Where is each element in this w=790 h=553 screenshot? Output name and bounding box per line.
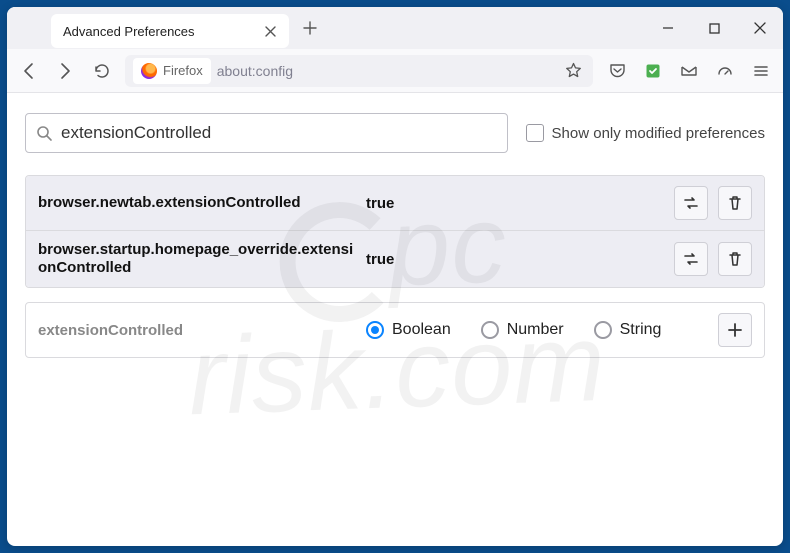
radio-icon bbox=[366, 321, 384, 339]
navigation-toolbar: Firefox about:config bbox=[7, 49, 783, 93]
maximize-button[interactable] bbox=[691, 7, 737, 49]
url-text: about:config bbox=[217, 63, 555, 79]
toggle-button[interactable] bbox=[674, 186, 708, 220]
toggle-button[interactable] bbox=[674, 242, 708, 276]
identity-box[interactable]: Firefox bbox=[133, 58, 211, 84]
radio-icon bbox=[594, 321, 612, 339]
pref-row[interactable]: browser.startup.homepage_override.extens… bbox=[26, 231, 764, 287]
mail-icon[interactable] bbox=[673, 55, 705, 87]
preferences-table: browser.newtab.extensionControlled true … bbox=[25, 175, 765, 288]
reload-button[interactable] bbox=[85, 55, 117, 87]
radio-string[interactable]: String bbox=[594, 321, 662, 339]
new-pref-row: extensionControlled Boolean Number Strin… bbox=[25, 302, 765, 358]
extension-icon[interactable] bbox=[637, 55, 669, 87]
forward-button[interactable] bbox=[49, 55, 81, 87]
radio-icon bbox=[481, 321, 499, 339]
delete-button[interactable] bbox=[718, 242, 752, 276]
new-tab-button[interactable] bbox=[295, 13, 325, 43]
window-controls bbox=[645, 7, 783, 49]
firefox-logo-icon bbox=[141, 63, 157, 79]
radio-boolean[interactable]: Boolean bbox=[366, 321, 451, 339]
app-menu-icon[interactable] bbox=[745, 55, 777, 87]
pref-row[interactable]: browser.newtab.extensionControlled true bbox=[26, 176, 764, 231]
show-modified-checkbox[interactable]: Show only modified preferences bbox=[526, 124, 765, 142]
row-actions bbox=[674, 242, 752, 276]
tab-title: Advanced Preferences bbox=[63, 24, 257, 39]
pref-value: true bbox=[358, 195, 674, 212]
add-button[interactable] bbox=[718, 313, 752, 347]
browser-tab[interactable]: Advanced Preferences bbox=[51, 14, 289, 48]
browser-window: Advanced Preferences bbox=[7, 7, 783, 546]
url-bar[interactable]: Firefox about:config bbox=[125, 55, 593, 87]
search-icon bbox=[36, 125, 53, 142]
delete-button[interactable] bbox=[718, 186, 752, 220]
pocket-icon[interactable] bbox=[601, 55, 633, 87]
radio-number[interactable]: Number bbox=[481, 321, 564, 339]
titlebar: Advanced Preferences bbox=[7, 7, 783, 49]
back-button[interactable] bbox=[13, 55, 45, 87]
pref-name: browser.newtab.extensionControlled bbox=[38, 194, 358, 212]
type-options: Boolean Number String bbox=[358, 321, 718, 339]
row-actions bbox=[674, 186, 752, 220]
pref-value: true bbox=[358, 251, 674, 268]
close-window-button[interactable] bbox=[737, 7, 783, 49]
radio-label: Number bbox=[507, 321, 564, 339]
identity-label: Firefox bbox=[163, 63, 203, 78]
dashboard-icon[interactable] bbox=[709, 55, 741, 87]
config-content: Show only modified preferences browser.n… bbox=[7, 93, 783, 378]
search-input[interactable] bbox=[61, 123, 497, 143]
search-row: Show only modified preferences bbox=[25, 113, 765, 153]
new-pref-name: extensionControlled bbox=[38, 322, 358, 339]
search-box[interactable] bbox=[25, 113, 508, 153]
close-tab-icon[interactable] bbox=[263, 24, 277, 38]
pref-name: browser.startup.homepage_override.extens… bbox=[38, 241, 358, 277]
bookmark-star-icon[interactable] bbox=[561, 59, 585, 83]
radio-label: Boolean bbox=[392, 321, 451, 339]
checkbox-label: Show only modified preferences bbox=[552, 125, 765, 142]
checkbox-icon bbox=[526, 124, 544, 142]
radio-label: String bbox=[620, 321, 662, 339]
minimize-button[interactable] bbox=[645, 7, 691, 49]
